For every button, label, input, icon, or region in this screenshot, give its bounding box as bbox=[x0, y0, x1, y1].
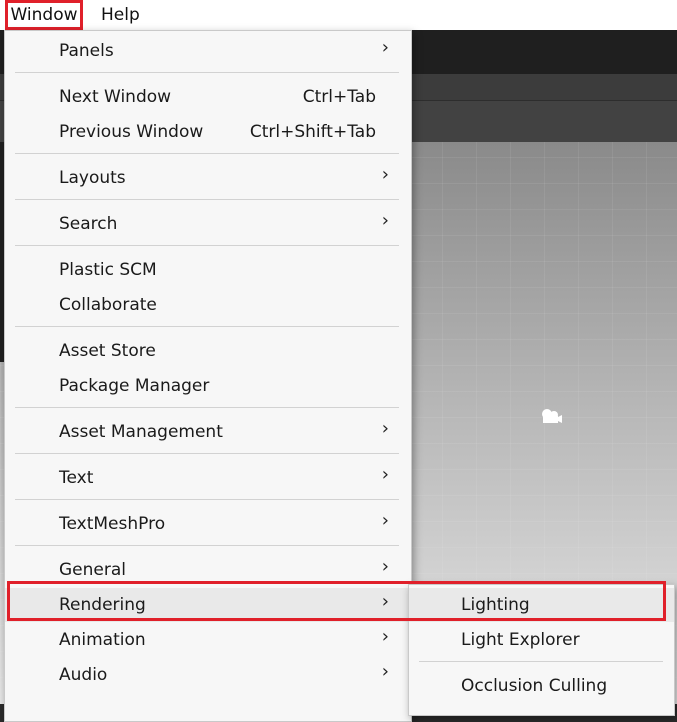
menu-item-rendering[interactable]: Rendering › bbox=[5, 588, 411, 622]
menu-item-label: Text bbox=[59, 468, 94, 488]
menu-item-label: Next Window bbox=[59, 87, 172, 107]
separator bbox=[15, 245, 399, 246]
chevron-right-icon: › bbox=[381, 464, 389, 485]
separator bbox=[15, 153, 399, 154]
chevron-right-icon: › bbox=[381, 661, 389, 682]
separator bbox=[15, 72, 399, 73]
menu-item-package-manager[interactable]: Package Manager bbox=[5, 369, 411, 403]
shortcut-label: Ctrl+Shift+Tab bbox=[249, 122, 376, 142]
menu-item-collaborate[interactable]: Collaborate bbox=[5, 288, 411, 322]
chevron-right-icon: › bbox=[381, 210, 389, 231]
menu-item-plastic-scm[interactable]: Plastic SCM bbox=[5, 253, 411, 287]
menu-item-label: Panels bbox=[59, 41, 114, 61]
menu-item-previous-window[interactable]: Previous Window Ctrl+Shift+Tab bbox=[5, 115, 411, 149]
menu-item-label: Plastic SCM bbox=[59, 260, 157, 280]
menu-item-asset-store[interactable]: Asset Store bbox=[5, 334, 411, 368]
separator bbox=[419, 661, 663, 662]
separator bbox=[15, 453, 399, 454]
separator bbox=[15, 326, 399, 327]
menu-bar: Window Help bbox=[0, 0, 677, 30]
separator bbox=[15, 499, 399, 500]
chevron-right-icon: › bbox=[381, 626, 389, 647]
rendering-submenu: Lighting Light Explorer Occlusion Cullin… bbox=[408, 584, 675, 716]
submenu-item-label: Lighting bbox=[461, 595, 530, 615]
menu-item-label: General bbox=[59, 560, 126, 580]
menu-item-label: Animation bbox=[59, 630, 146, 650]
chevron-right-icon: › bbox=[381, 556, 389, 577]
menu-item-audio[interactable]: Audio › bbox=[5, 658, 411, 692]
menu-item-panels[interactable]: Panels › bbox=[5, 34, 411, 68]
menu-item-search[interactable]: Search › bbox=[5, 207, 411, 241]
submenu-item-label: Occlusion Culling bbox=[461, 676, 608, 696]
menu-item-label: Asset Management bbox=[59, 422, 223, 442]
submenu-item-label: Light Explorer bbox=[461, 630, 580, 650]
chevron-right-icon: › bbox=[381, 591, 389, 612]
menu-item-label: Previous Window bbox=[59, 122, 204, 142]
separator bbox=[15, 199, 399, 200]
menu-item-label: Rendering bbox=[59, 595, 146, 615]
chevron-right-icon: › bbox=[381, 164, 389, 185]
menu-item-label: TextMeshPro bbox=[59, 514, 166, 534]
submenu-item-occlusion-culling[interactable]: Occlusion Culling bbox=[409, 669, 674, 703]
window-dropdown-menu: Panels › Next Window Ctrl+Tab Previous W… bbox=[4, 30, 412, 722]
menu-item-layouts[interactable]: Layouts › bbox=[5, 161, 411, 195]
menu-item-label: Asset Store bbox=[59, 341, 156, 361]
camera-icon[interactable] bbox=[539, 406, 563, 426]
menu-item-textmeshpro[interactable]: TextMeshPro › bbox=[5, 507, 411, 541]
submenu-item-lighting[interactable]: Lighting bbox=[409, 588, 674, 622]
submenu-item-light-explorer[interactable]: Light Explorer bbox=[409, 623, 674, 657]
chevron-right-icon: › bbox=[381, 37, 389, 58]
separator bbox=[15, 545, 399, 546]
separator bbox=[15, 407, 399, 408]
help-menu[interactable]: Help bbox=[101, 0, 140, 30]
chevron-right-icon: › bbox=[381, 510, 389, 531]
menu-item-text[interactable]: Text › bbox=[5, 461, 411, 495]
menu-item-label: Collaborate bbox=[59, 295, 157, 315]
menu-item-label: Package Manager bbox=[59, 376, 210, 396]
menu-item-asset-management[interactable]: Asset Management › bbox=[5, 415, 411, 449]
shortcut-label: Ctrl+Tab bbox=[302, 87, 376, 107]
menu-item-label: Audio bbox=[59, 665, 108, 685]
window-menu[interactable]: Window bbox=[5, 0, 83, 30]
menu-item-animation[interactable]: Animation › bbox=[5, 623, 411, 657]
chevron-right-icon: › bbox=[381, 418, 389, 439]
menu-item-label: Search bbox=[59, 214, 118, 234]
menu-item-general[interactable]: General › bbox=[5, 553, 411, 587]
menu-item-next-window[interactable]: Next Window Ctrl+Tab bbox=[5, 80, 411, 114]
menu-item-label: Layouts bbox=[59, 168, 126, 188]
